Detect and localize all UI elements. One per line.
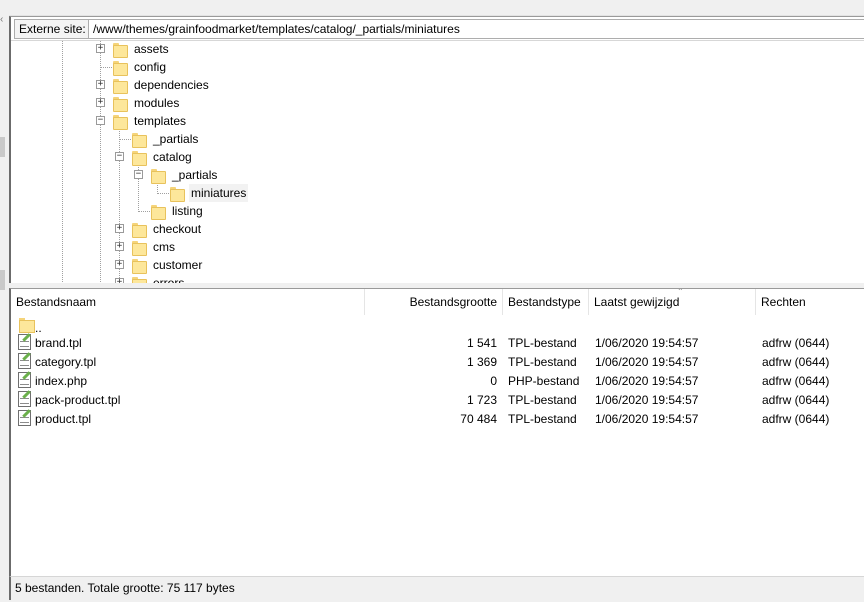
tree-item-label: listing xyxy=(172,204,203,218)
left-edge: ‹ xyxy=(0,0,9,602)
file-icon xyxy=(18,410,31,426)
expand-icon[interactable]: + xyxy=(115,242,124,251)
table-row[interactable]: pack-product.tpl 1 723 TPL-bestand 1/06/… xyxy=(11,391,864,410)
tree-item-label: assets xyxy=(134,42,169,56)
parent-directory-row[interactable]: .. xyxy=(11,316,864,335)
file-icon xyxy=(18,372,31,388)
tree-item-label: catalog xyxy=(153,150,192,164)
file-permissions: adfrw (0644) xyxy=(762,412,830,426)
file-modified: 1/06/2020 19:54:57 xyxy=(595,374,699,388)
tree-item-label: _partials xyxy=(153,132,199,146)
tree-item-label: modules xyxy=(134,96,180,110)
table-row[interactable]: index.php 0 PHP-bestand 1/06/2020 19:54:… xyxy=(11,372,864,391)
column-header-type[interactable]: Bestandstype xyxy=(503,289,589,315)
tree-item-label: dependencies xyxy=(134,78,209,92)
tree-item-label: config xyxy=(134,60,167,74)
file-size: 1 723 xyxy=(466,393,497,407)
expand-icon[interactable]: + xyxy=(96,80,105,89)
file-modified: 1/06/2020 19:54:57 xyxy=(595,336,699,350)
remote-site-label: Externe site: xyxy=(14,19,91,39)
expand-icon[interactable]: + xyxy=(115,260,124,269)
file-permissions: adfrw (0644) xyxy=(762,393,830,407)
file-modified: 1/06/2020 19:54:57 xyxy=(595,412,699,426)
file-name: index.php xyxy=(35,374,88,388)
tree-item-label: miniatures xyxy=(189,184,249,202)
folder-icon xyxy=(112,77,128,94)
column-header-modified[interactable]: Laatst gewijzigd xyxy=(589,289,756,315)
file-size: 1 369 xyxy=(466,355,497,369)
splitter-handle[interactable] xyxy=(0,137,5,157)
table-row[interactable]: brand.tpl 1 541 TPL-bestand 1/06/2020 19… xyxy=(11,334,864,353)
expand-icon[interactable]: + xyxy=(96,98,105,107)
folder-icon xyxy=(112,95,128,112)
file-permissions: adfrw (0644) xyxy=(762,374,830,388)
tree-item-label: _partials xyxy=(172,168,218,182)
expand-icon[interactable]: + xyxy=(115,224,124,233)
folder-icon xyxy=(150,203,166,220)
folder-icon xyxy=(112,41,128,58)
folder-icon xyxy=(131,149,147,166)
file-permissions: adfrw (0644) xyxy=(762,336,830,350)
tree-guide-line xyxy=(100,41,101,283)
sort-ascending-icon: ⌃ xyxy=(677,288,684,296)
folder-icon xyxy=(112,59,128,76)
remote-file-list-panel: Bestandsnaam Bestandsgrootte Bestandstyp… xyxy=(9,288,864,576)
file-size: 0 xyxy=(490,374,497,388)
table-row[interactable]: product.tpl 70 484 TPL-bestand 1/06/2020… xyxy=(11,410,864,429)
file-modified: 1/06/2020 19:54:57 xyxy=(595,393,699,407)
collapse-icon[interactable]: − xyxy=(115,152,124,161)
file-type: PHP-bestand xyxy=(508,374,580,388)
splitter-handle-lower[interactable] xyxy=(0,270,5,290)
file-modified: 1/06/2020 19:54:57 xyxy=(595,355,699,369)
table-row[interactable]: category.tpl 1 369 TPL-bestand 1/06/2020… xyxy=(11,353,864,372)
file-size: 70 484 xyxy=(460,412,497,426)
chevron-left-icon: ‹ xyxy=(0,14,4,25)
tree-item-label: checkout xyxy=(153,222,202,236)
file-name: pack-product.tpl xyxy=(35,393,121,407)
status-bar: 5 bestanden. Totale grootte: 75 117 byte… xyxy=(9,576,864,600)
collapse-icon[interactable]: − xyxy=(96,116,105,125)
tree-item-label: errors xyxy=(153,276,185,283)
file-name: product.tpl xyxy=(35,412,92,426)
expand-icon[interactable]: + xyxy=(115,278,124,283)
top-strip xyxy=(9,0,864,16)
folder-icon xyxy=(131,275,147,283)
folder-icon xyxy=(131,221,147,238)
column-header-permissions[interactable]: Rechten xyxy=(756,289,864,315)
tree-item-label: cms xyxy=(153,240,175,254)
folder-icon xyxy=(112,113,128,130)
folder-icon xyxy=(131,131,147,148)
file-name: category.tpl xyxy=(35,355,97,369)
folder-up-icon xyxy=(19,316,35,333)
file-list-header: Bestandsnaam Bestandsgrootte Bestandstyp… xyxy=(11,289,864,315)
file-type: TPL-bestand xyxy=(508,393,577,407)
remote-path-input[interactable]: /www/themes/grainfoodmarket/templates/ca… xyxy=(88,19,864,39)
collapse-icon[interactable]: − xyxy=(134,170,143,179)
folder-icon xyxy=(169,185,185,202)
folder-icon xyxy=(131,257,147,274)
folder-icon xyxy=(150,167,166,184)
column-header-name[interactable]: Bestandsnaam xyxy=(11,289,365,315)
remote-site-bar: Externe site: /www/themes/grainfoodmarke… xyxy=(11,17,864,41)
tree-item-label: templates xyxy=(134,114,187,128)
file-type: TPL-bestand xyxy=(508,412,577,426)
remote-tree-panel: Externe site: /www/themes/grainfoodmarke… xyxy=(9,16,864,283)
file-name: brand.tpl xyxy=(35,336,82,350)
folder-icon xyxy=(131,239,147,256)
file-icon xyxy=(18,353,31,369)
tree-guide-line xyxy=(62,41,63,283)
file-size: 1 541 xyxy=(466,336,497,350)
file-icon xyxy=(18,391,31,407)
file-permissions: adfrw (0644) xyxy=(762,355,830,369)
file-type: TPL-bestand xyxy=(508,336,577,350)
tree-item-label: customer xyxy=(153,258,203,272)
file-icon xyxy=(18,334,31,350)
column-header-size[interactable]: Bestandsgrootte xyxy=(365,289,503,315)
expand-icon[interactable]: + xyxy=(96,44,105,53)
file-type: TPL-bestand xyxy=(508,355,577,369)
